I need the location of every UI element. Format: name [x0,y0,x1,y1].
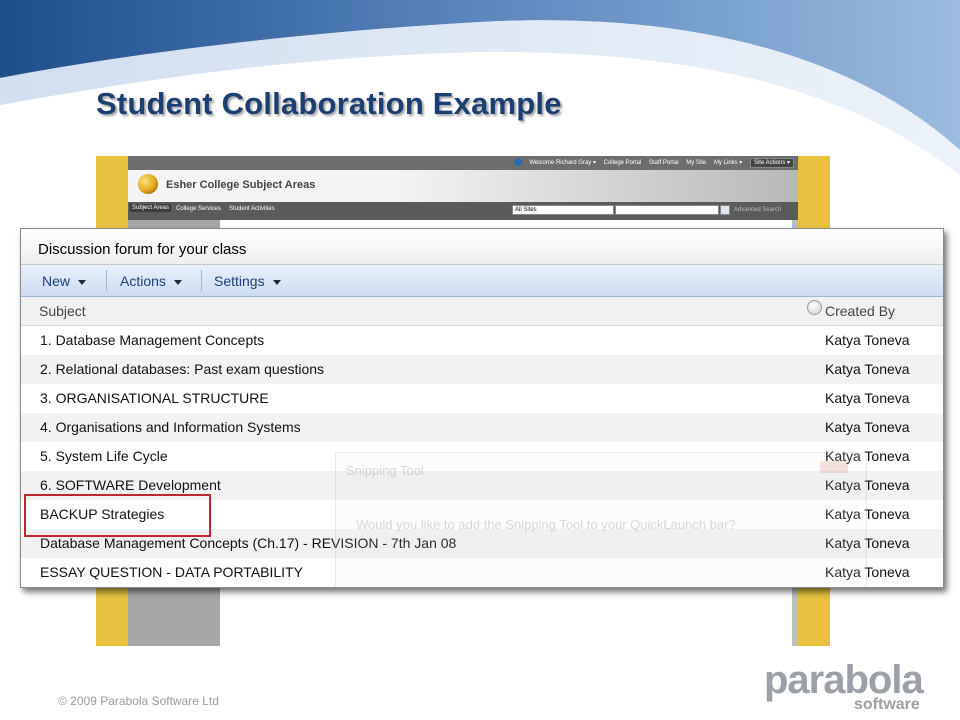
thread-author: Katya Toneva [825,361,910,377]
thread-subject-link[interactable]: 4. Organisations and Information Systems [40,419,301,435]
ghost-dialog-message: Would you like to add the Snipping Tool … [356,517,736,532]
parabola-logo: parabola software [764,658,924,713]
welcome-menu[interactable]: Welcome Richard Gray ▾ [529,160,596,166]
chevron-down-icon [272,279,281,285]
table-row[interactable]: 2. Relational databases: Past exam quest… [21,355,943,384]
brand-tagline: software [854,696,920,713]
tab-college-services[interactable]: College Services [176,206,221,212]
brand-name: parabola [764,658,924,702]
forum-toolbar: New Actions Settings [21,265,943,297]
portal-site-title: Esher College Subject Areas [166,179,316,191]
tab-subject-areas[interactable]: Subject Areas [130,204,172,212]
forum-column-header: Subject Created By [21,297,943,326]
link-staff-portal[interactable]: Staff Portal [649,160,679,166]
site-actions-button[interactable]: Site Actions ▾ [749,157,794,168]
portal-header: Esher College Subject Areas [128,170,798,202]
search-scope-select[interactable]: All Sites [512,205,614,215]
link-college-portal[interactable]: College Portal [604,160,642,166]
highlight-box [24,494,211,537]
forum-titlebar: Discussion forum for your class [21,229,943,265]
college-logo-icon [138,174,158,194]
chevron-down-icon [173,279,182,285]
table-row[interactable]: 4. Organisations and Information Systems… [21,413,943,442]
thread-subject-link[interactable]: 3. ORGANISATIONAL STRUCTURE [40,390,269,406]
column-subject[interactable]: Subject [39,303,86,319]
link-my-site[interactable]: My Site [686,160,706,166]
thread-subject-link[interactable]: ESSAY QUESTION - DATA PORTABILITY [40,564,303,580]
new-label: New [42,273,71,289]
chevron-down-icon [78,279,87,285]
toolbar-divider [106,270,107,291]
settings-menu-button[interactable]: Settings [214,273,281,289]
actions-menu-button[interactable]: Actions [120,273,182,289]
link-my-links[interactable]: My Links ▾ [714,160,742,166]
toolbar-divider [201,270,202,291]
discussion-forum-panel: Discussion forum for your class New Acti… [20,228,944,588]
ghost-dialog-title: Snipping Tool [346,463,424,478]
help-icon[interactable] [513,158,522,166]
actions-label: Actions [120,273,166,289]
tab-student-activities[interactable]: Student Activities [229,206,275,212]
slide-title: Student Collaboration Example [96,86,562,121]
thread-author: Katya Toneva [825,390,910,406]
settings-label: Settings [214,273,265,289]
table-row[interactable]: 1. Database Management Concepts Katya To… [21,326,943,355]
thread-author: Katya Toneva [825,332,910,348]
copyright-footer: © 2009 Parabola Software Ltd [58,694,219,708]
close-icon [820,461,848,473]
thread-subject-link[interactable]: 2. Relational databases: Past exam quest… [40,361,324,377]
advanced-search-link[interactable]: Advanced Search [734,207,781,213]
column-created-by[interactable]: Created By [825,303,895,319]
new-menu-button[interactable]: New [42,273,87,289]
thread-subject-link[interactable]: 1. Database Management Concepts [40,332,264,348]
thread-author: Katya Toneva [825,419,910,435]
thread-subject-link[interactable]: 5. System Life Cycle [40,448,168,464]
search-input[interactable] [615,205,719,215]
portal-topbar: Welcome Richard Gray ▾ College Portal St… [128,156,798,170]
select-all-checkbox[interactable] [807,300,822,315]
thread-subject-link[interactable]: 6. SOFTWARE Development [40,477,221,493]
table-row[interactable]: 3. ORGANISATIONAL STRUCTURE Katya Toneva [21,384,943,413]
forum-title: Discussion forum for your class [38,241,247,258]
portal-nav: Subject Areas College Services Student A… [128,202,798,220]
snipping-tool-ghost-dialog: Snipping Tool Would you like to add the … [335,452,867,587]
search-icon[interactable] [720,205,730,215]
